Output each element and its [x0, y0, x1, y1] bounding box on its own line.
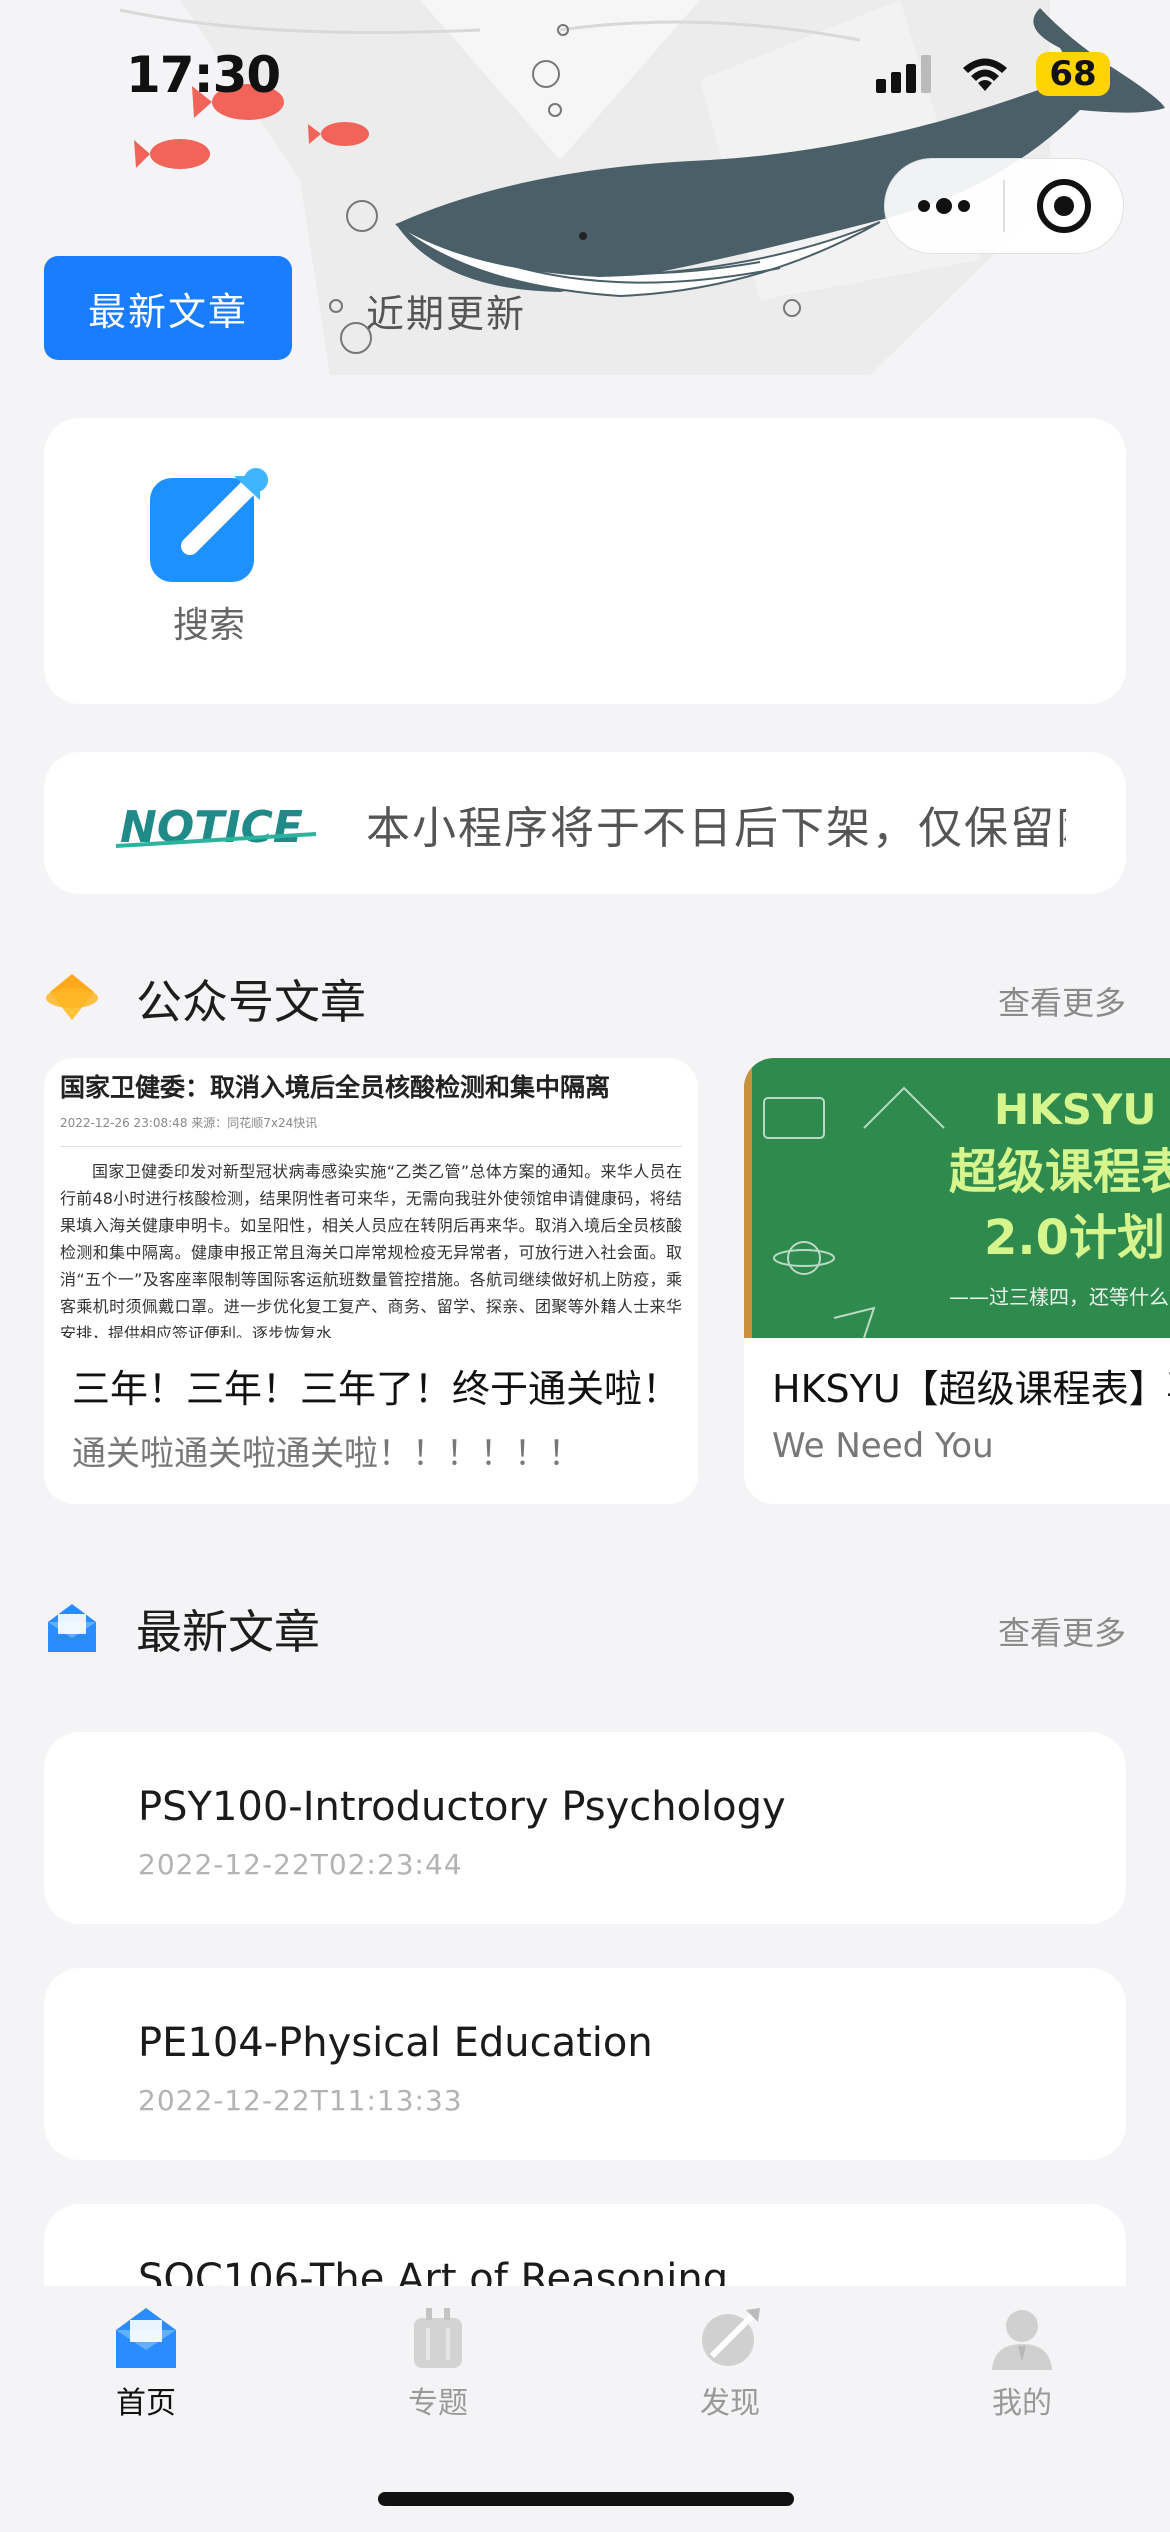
official-articles-carousel[interactable]: 国家卫健委：取消入境后全员核酸检测和集中隔离 2022-12-26 23:08:…: [44, 1058, 1170, 1504]
tab-home[interactable]: 首页: [56, 2304, 236, 2434]
article-card[interactable]: HKSYU 超级课程表 2.0计划 ——过三樣四，还等什么？ HKSYU【超级课…: [744, 1058, 1170, 1504]
notice-logo: NOTICE: [116, 802, 317, 852]
latest-articles-title: 最新文章: [136, 1605, 320, 1659]
official-articles-title: 公众号文章: [136, 975, 366, 1029]
blue-envelope-icon: [48, 1604, 96, 1652]
miniprogram-capsule: [884, 158, 1124, 254]
status-time: 17:30: [126, 46, 281, 104]
article-desc: We Need You: [772, 1426, 994, 1466]
thumb-headline: 国家卫健委：取消入境后全员核酸检测和集中隔离: [60, 1073, 611, 1102]
tab-latest-articles[interactable]: 最新文章: [44, 256, 292, 360]
home-indicator[interactable]: [378, 2492, 794, 2506]
user-avatar-icon: [992, 2310, 1052, 2370]
notice-text: 本小程序将于不日后下架，仅保留网: [366, 803, 1066, 854]
article-thumbnail-news: 国家卫健委：取消入境后全员核酸检测和集中隔离 2022-12-26 23:08:…: [44, 1058, 698, 1338]
article-title: HKSYU【超级课程表】再: [772, 1367, 1170, 1411]
search-button[interactable]: [144, 460, 274, 590]
chalk-line-2: 超级课程表: [949, 1144, 1170, 1200]
tab-profile-label: 我的: [992, 2386, 1052, 2421]
article-thumbnail-chalkboard: HKSYU 超级课程表 2.0计划 ——过三樣四，还等什么？: [744, 1058, 1170, 1338]
tab-topics-label: 专题: [408, 2386, 468, 2421]
tab-discover[interactable]: 发现: [640, 2304, 820, 2434]
chalk-line-3: 2.0计划: [984, 1210, 1165, 1266]
status-icons: 68: [876, 52, 1110, 96]
tab-topics[interactable]: 专题: [348, 2304, 528, 2434]
more-menu-button[interactable]: [885, 158, 1003, 254]
more-dots-icon: [918, 198, 970, 214]
chalk-line-4: ——过三樣四，还等什么？: [949, 1285, 1170, 1309]
official-articles-more-link[interactable]: 查看更多: [998, 978, 1126, 1024]
battery-indicator: 68: [1036, 52, 1110, 96]
article-card[interactable]: 国家卫健委：取消入境后全员核酸检测和集中隔离 2022-12-26 23:08:…: [44, 1058, 698, 1504]
luggage-icon: [414, 2308, 462, 2368]
close-miniprogram-button[interactable]: [1005, 158, 1123, 254]
official-articles-header: 公众号文章 查看更多: [44, 956, 1126, 1036]
list-item-date: 2022-12-22T11:13:33: [138, 2084, 463, 2117]
target-circle-icon: [1037, 179, 1091, 233]
list-item[interactable]: PSY100-Introductory Psychology 2022-12-2…: [44, 1732, 1126, 1924]
thumb-divider: [60, 1146, 682, 1147]
cellular-signal-icon: [876, 55, 931, 93]
planet-rocket-icon: [702, 2308, 760, 2366]
tab-home-label: 首页: [116, 2386, 176, 2421]
list-item[interactable]: PE104-Physical Education 2022-12-22T11:1…: [44, 1968, 1126, 2160]
list-item-title: PSY100-Introductory Psychology: [138, 1784, 786, 1830]
orange-gem-icon: [46, 974, 98, 1020]
tab-recent-updates[interactable]: 近期更新: [366, 283, 526, 338]
article-title: 三年！三年！三年了！终于通关啦！: [72, 1367, 681, 1411]
header-banner: 17:30 68 最新文章 近期更新: [0, 0, 1170, 380]
thumb-body: 国家卫健委印发对新型冠状病毒感染实施“乙类乙管”总体方案的通知。来华人员在行前4…: [60, 1162, 682, 1338]
latest-articles-header: 最新文章 查看更多: [44, 1586, 1126, 1666]
edit-pencil-icon: [150, 468, 268, 582]
tab-profile[interactable]: 我的: [932, 2304, 1112, 2434]
article-desc: 通关啦通关啦通关啦！！！！！！: [72, 1434, 582, 1474]
thumb-meta: 2022-12-26 23:08:48 来源：同花顺7x24快讯: [60, 1116, 318, 1130]
chalkboard-illustration: HKSYU 超级课程表 2.0计划 ——过三樣四，还等什么？: [744, 1058, 1170, 1338]
chalk-line-1: HKSYU: [994, 1085, 1156, 1134]
list-item-title: PE104-Physical Education: [138, 2020, 653, 2066]
tab-discover-label: 发现: [700, 2386, 760, 2421]
home-envelope-icon: [116, 2308, 176, 2368]
latest-articles-more-link[interactable]: 查看更多: [998, 1608, 1126, 1654]
wifi-icon: [963, 58, 1007, 91]
quick-actions-card: 搜索: [44, 418, 1126, 704]
search-label[interactable]: 搜索: [124, 596, 294, 648]
list-item-date: 2022-12-22T02:23:44: [138, 1848, 463, 1881]
notice-bar[interactable]: NOTICE 本小程序将于不日后下架，仅保留网: [44, 752, 1126, 894]
